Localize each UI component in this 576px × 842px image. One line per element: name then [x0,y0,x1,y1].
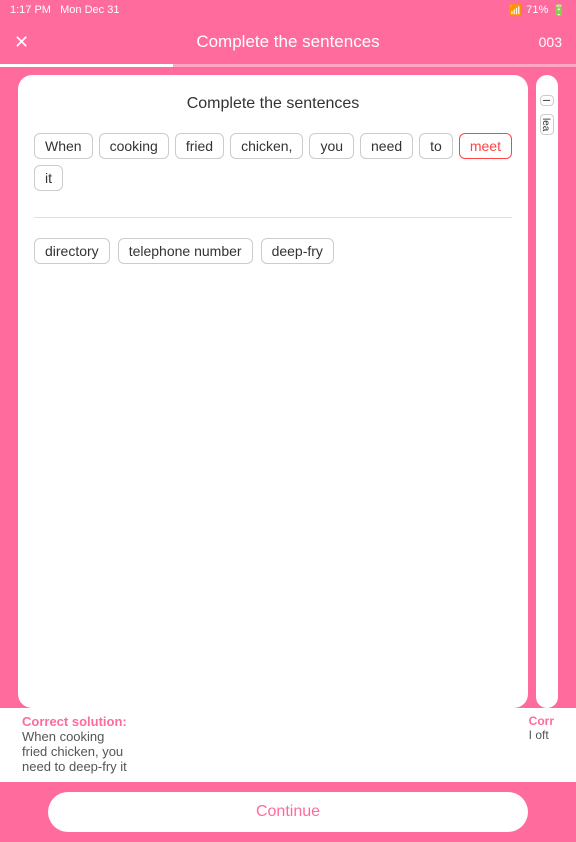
token-chicken[interactable]: chicken, [230,133,303,159]
token-need[interactable]: need [360,133,413,159]
main-content: Complete the sentences When cooking frie… [0,67,576,708]
wordbank-directory[interactable]: directory [34,238,110,264]
battery-level: 71% [526,4,548,16]
wifi-icon: 📶 [509,4,523,17]
continue-button[interactable]: Continue [48,792,528,832]
status-time: 1:17 PM Mon Dec 31 [10,4,119,16]
side-card: I lea [536,75,558,708]
solution-text: When cooking fried chicken, you need to … [22,729,129,774]
token-cooking[interactable]: cooking [99,133,169,159]
divider [34,217,512,218]
solution-row: Correct solution: When cooking fried chi… [0,708,576,782]
card-title: Complete the sentences [34,95,512,113]
close-button[interactable]: ✕ [14,32,29,53]
battery-icon: 🔋 [552,4,566,17]
wordbank-deep-fry[interactable]: deep-fry [261,238,334,264]
token-it[interactable]: it [34,165,63,191]
status-bar: 1:17 PM Mon Dec 31 📶 71% 🔋 [0,0,576,20]
status-right: 📶 71% 🔋 [509,4,566,17]
token-you[interactable]: you [309,133,354,159]
side-token-lea: lea [540,114,554,135]
main-card: Complete the sentences When cooking frie… [18,75,528,708]
solution-label: Correct solution: [22,714,129,729]
sentence-area: When cooking fried chicken, you need to … [34,133,512,191]
word-bank: directory telephone number deep-fry [34,238,512,264]
header-title: Complete the sentences [196,32,379,52]
bottom-bar: Continue [0,782,576,842]
side-token-i: I [540,95,554,106]
progress-count: 003 [539,34,562,50]
token-when[interactable]: When [34,133,93,159]
wordbank-telephone-number[interactable]: telephone number [118,238,253,264]
token-meet[interactable]: meet [459,133,512,159]
header: ✕ Complete the sentences 003 [0,20,576,64]
token-fried[interactable]: fried [175,133,224,159]
token-to[interactable]: to [419,133,453,159]
